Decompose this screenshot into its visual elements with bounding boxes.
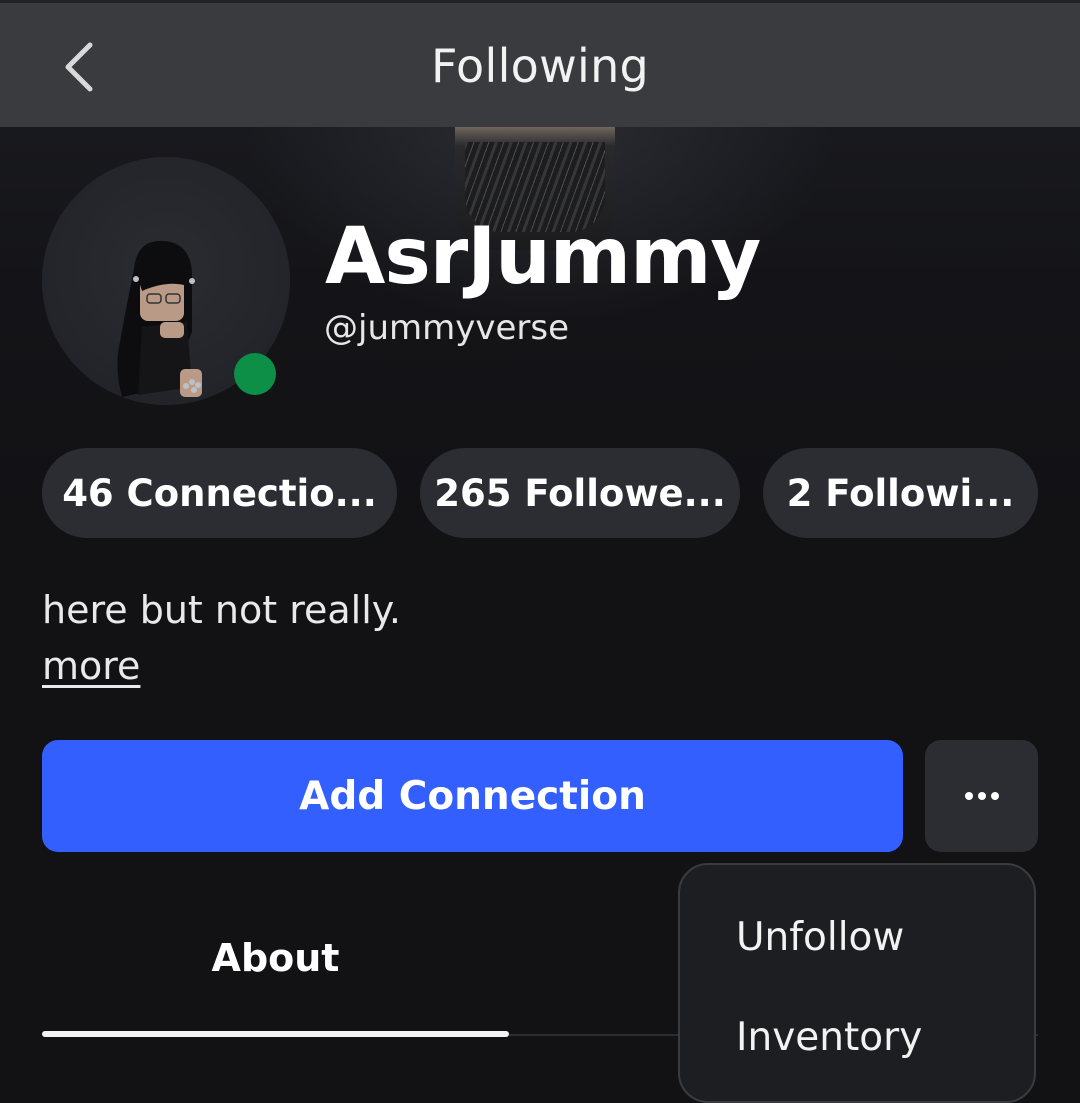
followers-button[interactable]: 265 Followe... — [420, 448, 740, 538]
following-button[interactable]: 2 Followi... — [763, 448, 1038, 538]
menu-item-inventory[interactable]: Inventory — [736, 1015, 922, 1060]
display-name: AsrJummy — [325, 212, 761, 302]
bio-text: here but not really. — [42, 588, 401, 632]
username: @jummyverse — [324, 308, 570, 348]
add-connection-button[interactable]: Add Connection — [42, 740, 903, 852]
page-title: Following — [430, 39, 650, 93]
ellipsis-icon — [964, 792, 999, 800]
online-status-indicator — [234, 353, 276, 395]
tab-active-indicator — [42, 1031, 509, 1037]
avatar[interactable] — [42, 157, 290, 405]
menu-item-unfollow[interactable]: Unfollow — [736, 915, 904, 960]
options-dropdown-menu: Unfollow Inventory — [678, 863, 1036, 1103]
connections-button[interactable]: 46 Connectio... — [42, 448, 397, 538]
more-options-button[interactable] — [925, 740, 1038, 852]
tab-about[interactable]: About — [42, 936, 509, 980]
top-bar: Following — [0, 0, 1080, 127]
bio-more-link[interactable]: more — [42, 644, 140, 688]
